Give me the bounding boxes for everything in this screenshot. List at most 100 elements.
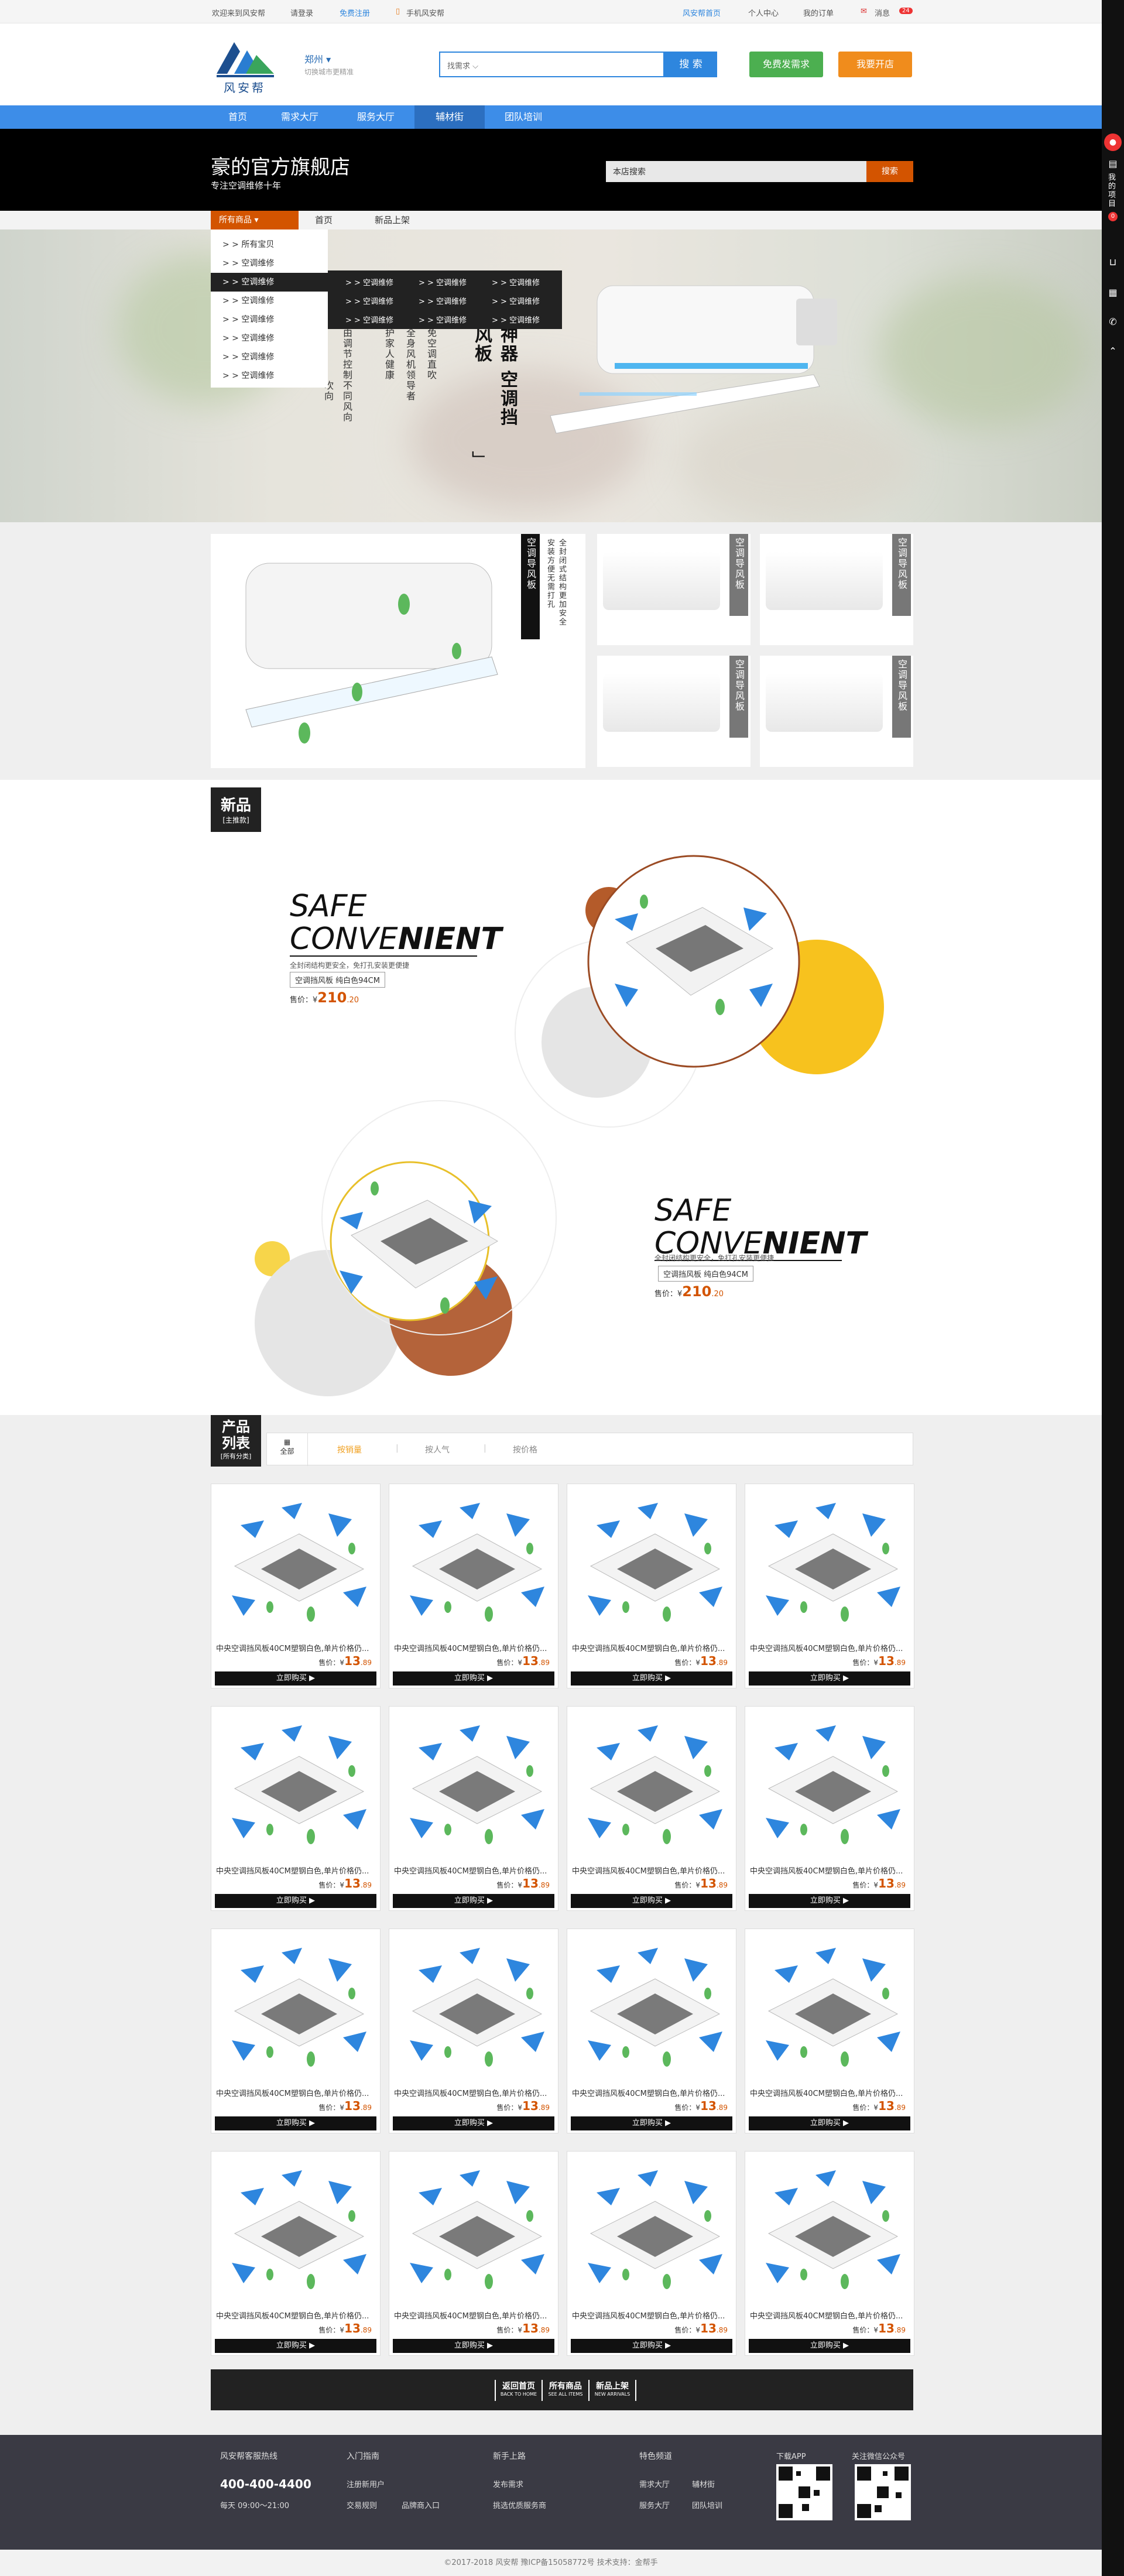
- product-card[interactable]: 中央空调挡风板40CM塑钢白色,单片价格仍... 售价：¥13.89 立即购买 …: [745, 2151, 914, 2356]
- menu-item[interactable]: > > 空调维修: [211, 348, 328, 366]
- footer-link[interactable]: 交易规则: [347, 2499, 377, 2510]
- bottom-nav-link[interactable]: 新品上架 NEW ARRIVALS: [588, 2380, 635, 2401]
- buy-now-button[interactable]: 立即购买 ▶: [393, 1671, 554, 1686]
- product-card[interactable]: 中央空调挡风板40CM塑钢白色,单片价格仍... 售价：¥13.89 立即购买 …: [389, 1706, 558, 1911]
- product-title[interactable]: 中央空调挡风板40CM塑钢白色,单片价格仍...: [394, 1642, 555, 1653]
- product-title[interactable]: 中央空调挡风板40CM塑钢白色,单片价格仍...: [572, 1865, 733, 1876]
- qr-code-icon[interactable]: ▦: [1107, 287, 1119, 299]
- product-title[interactable]: 中央空调挡风板40CM塑钢白色,单片价格仍...: [394, 2087, 555, 2098]
- logo[interactable]: 风安帮: [211, 37, 281, 95]
- product-card[interactable]: 中央空调挡风板40CM塑钢白色,单片价格仍... 售价：¥13.89 立即购买 …: [211, 2151, 381, 2356]
- footer-link[interactable]: 需求大厅: [639, 2478, 670, 2489]
- buy-now-button[interactable]: 立即购买 ▶: [215, 1894, 376, 1908]
- submenu-item[interactable]: > > 空调维修: [492, 276, 540, 287]
- messages-link[interactable]: 消息: [875, 7, 890, 18]
- footer-link[interactable]: 品牌商入口: [402, 2499, 440, 2510]
- product-title[interactable]: 中央空调挡风板40CM塑钢白色,单片价格仍...: [216, 1865, 377, 1876]
- product-title[interactable]: 中央空调挡风板40CM塑钢白色,单片价格仍...: [750, 1642, 911, 1653]
- buy-now-button[interactable]: 立即购买 ▶: [393, 1894, 554, 1908]
- cart-icon[interactable]: ⊔: [1107, 256, 1119, 268]
- submenu-item[interactable]: > > 空调维修: [419, 314, 467, 325]
- buy-now-button[interactable]: 立即购买 ▶: [749, 1671, 910, 1686]
- nav-home[interactable]: 首页: [203, 105, 273, 129]
- footer-link[interactable]: 挑选优质服务商: [493, 2499, 546, 2510]
- product-title[interactable]: 中央空调挡风板40CM塑钢白色,单片价格仍...: [750, 1865, 911, 1876]
- product-card[interactable]: 中央空调挡风板40CM塑钢白色,单片价格仍... 售价：¥13.89 立即购买 …: [745, 1484, 914, 1688]
- product-card[interactable]: 中央空调挡风板40CM塑钢白色,单片价格仍... 售价：¥13.89 立即购买 …: [745, 1928, 914, 2133]
- all-products-dropdown[interactable]: 所有商品 ▾: [211, 211, 299, 229]
- feature-card-large[interactable]: 空调导风板 全封闭式结构更加安全 安装方便无需打孔: [211, 534, 585, 768]
- phone-icon[interactable]: ✆: [1107, 316, 1119, 328]
- buy-now-button[interactable]: 立即购买 ▶: [215, 2116, 376, 2130]
- buy-now-button[interactable]: 立即购买 ▶: [571, 2339, 732, 2353]
- mobile-link[interactable]: 手机风安帮: [406, 7, 444, 18]
- product-card[interactable]: 中央空调挡风板40CM塑钢白色,单片价格仍... 售价：¥13.89 立即购买 …: [211, 1706, 381, 1911]
- buy-now-button[interactable]: 立即购买 ▶: [571, 1894, 732, 1908]
- my-orders-link[interactable]: 我的订单: [803, 7, 834, 18]
- cat-home-link[interactable]: 首页: [315, 211, 333, 229]
- nav-training[interactable]: 团队培训: [488, 105, 558, 129]
- bottom-nav-link[interactable]: 返回首页 BACK TO HOME: [495, 2380, 542, 2401]
- product-title[interactable]: 中央空调挡风板40CM塑钢白色,单片价格仍...: [394, 2310, 555, 2321]
- sort-by-popularity[interactable]: 按人气: [425, 1444, 450, 1455]
- feature-card-small[interactable]: 空调导风板: [760, 656, 913, 767]
- shop-search-button[interactable]: 搜索: [866, 161, 913, 182]
- buy-now-button[interactable]: 立即购买 ▶: [571, 2116, 732, 2130]
- buy-now-button[interactable]: 立即购买 ▶: [749, 2116, 910, 2130]
- product-card[interactable]: 中央空调挡风板40CM塑钢白色,单片价格仍... 售价：¥13.89 立即购买 …: [745, 1706, 914, 1911]
- footer-link[interactable]: 服务大厅: [639, 2499, 670, 2510]
- home-link[interactable]: 风安帮首页: [683, 7, 721, 18]
- product-card[interactable]: 中央空调挡风板40CM塑钢白色,单片价格仍... 售价：¥13.89 立即购买 …: [211, 1484, 381, 1688]
- product-card[interactable]: 中央空调挡风板40CM塑钢白色,单片价格仍... 售价：¥13.89 立即购买 …: [389, 1484, 558, 1688]
- product-title[interactable]: 中央空调挡风板40CM塑钢白色,单片价格仍...: [572, 2310, 733, 2321]
- back-to-top-icon[interactable]: ⌃: [1107, 345, 1119, 357]
- footer-link[interactable]: 辅材街: [692, 2478, 715, 2489]
- buy-now-button[interactable]: 立即购买 ▶: [749, 2339, 910, 2353]
- bottom-nav-link[interactable]: 所有商品 SEE ALL ITEMS: [542, 2380, 588, 2401]
- nav-services[interactable]: 服务大厅: [341, 105, 411, 129]
- menu-item-active[interactable]: > > 空调维修: [211, 273, 328, 292]
- submenu-item[interactable]: > > 空调维修: [345, 276, 393, 287]
- product-card[interactable]: 中央空调挡风板40CM塑钢白色,单片价格仍... 售价：¥13.89 立即购买 …: [567, 1928, 736, 2133]
- product-card[interactable]: 中央空调挡风板40CM塑钢白色,单片价格仍... 售价：¥13.89 立即购买 …: [211, 1928, 381, 2133]
- footer-link[interactable]: 发布需求: [493, 2478, 523, 2489]
- login-link[interactable]: 请登录: [290, 7, 313, 18]
- cat-new-link[interactable]: 新品上架: [375, 211, 410, 229]
- product-card[interactable]: 中央空调挡风板40CM塑钢白色,单片价格仍... 售价：¥13.89 立即购买 …: [389, 1928, 558, 2133]
- footer-link[interactable]: 团队培训: [692, 2499, 722, 2510]
- feature-card-small[interactable]: 空调导风板: [597, 534, 751, 645]
- product-card[interactable]: 中央空调挡风板40CM塑钢白色,单片价格仍... 售价：¥13.89 立即购买 …: [389, 2151, 558, 2356]
- footer-link[interactable]: 注册新用户: [347, 2478, 385, 2489]
- product-title[interactable]: 中央空调挡风板40CM塑钢白色,单片价格仍...: [216, 2087, 377, 2098]
- menu-item[interactable]: > > 空调维修: [211, 310, 328, 329]
- buy-now-button[interactable]: 立即购买 ▶: [215, 1671, 376, 1686]
- post-request-button[interactable]: 免费发需求: [749, 52, 823, 77]
- buy-now-button[interactable]: 立即购买 ▶: [571, 1671, 732, 1686]
- submenu-item[interactable]: > > 空调维修: [492, 295, 540, 306]
- nav-materials[interactable]: 辅材街: [414, 105, 485, 129]
- submenu-item[interactable]: > > 空调维修: [345, 295, 393, 306]
- feature-card-small[interactable]: 空调导风板: [760, 534, 913, 645]
- sort-by-sales[interactable]: 按销量: [337, 1444, 362, 1455]
- product-card[interactable]: 中央空调挡风板40CM塑钢白色,单片价格仍... 售价：¥13.89 立即购买 …: [567, 1706, 736, 1911]
- menu-item[interactable]: > > 空调维修: [211, 366, 328, 385]
- sort-all[interactable]: ▦ 全部: [267, 1433, 308, 1466]
- city-selector[interactable]: 郑州 ▾: [304, 52, 331, 66]
- shop-search-input[interactable]: 本店搜索: [606, 161, 866, 182]
- buy-now-button[interactable]: 立即购买 ▶: [749, 1894, 910, 1908]
- submenu-item[interactable]: > > 空调维修: [419, 276, 467, 287]
- submenu-item[interactable]: > > 空调维修: [492, 314, 540, 325]
- menu-item[interactable]: > > 空调维修: [211, 329, 328, 348]
- menu-item[interactable]: > > 所有宝贝: [211, 235, 328, 254]
- submenu-item[interactable]: > > 空调维修: [345, 314, 393, 325]
- submenu-item[interactable]: > > 空调维修: [419, 295, 467, 306]
- personal-center-link[interactable]: 个人中心: [748, 7, 779, 18]
- product-title[interactable]: 中央空调挡风板40CM塑钢白色,单片价格仍...: [216, 1642, 377, 1653]
- product-title[interactable]: 中央空调挡风板40CM塑钢白色,单片价格仍...: [394, 1865, 555, 1876]
- product-title[interactable]: 中央空调挡风板40CM塑钢白色,单片价格仍...: [750, 2087, 911, 2098]
- product-card[interactable]: 中央空调挡风板40CM塑钢白色,单片价格仍... 售价：¥13.89 立即购买 …: [567, 2151, 736, 2356]
- open-shop-button[interactable]: 我要开店: [838, 52, 912, 77]
- product-title[interactable]: 中央空调挡风板40CM塑钢白色,单片价格仍...: [750, 2310, 911, 2321]
- product-card[interactable]: 中央空调挡风板40CM塑钢白色,单片价格仍... 售价：¥13.89 立即购买 …: [567, 1484, 736, 1688]
- project-icon[interactable]: ▤: [1107, 158, 1119, 170]
